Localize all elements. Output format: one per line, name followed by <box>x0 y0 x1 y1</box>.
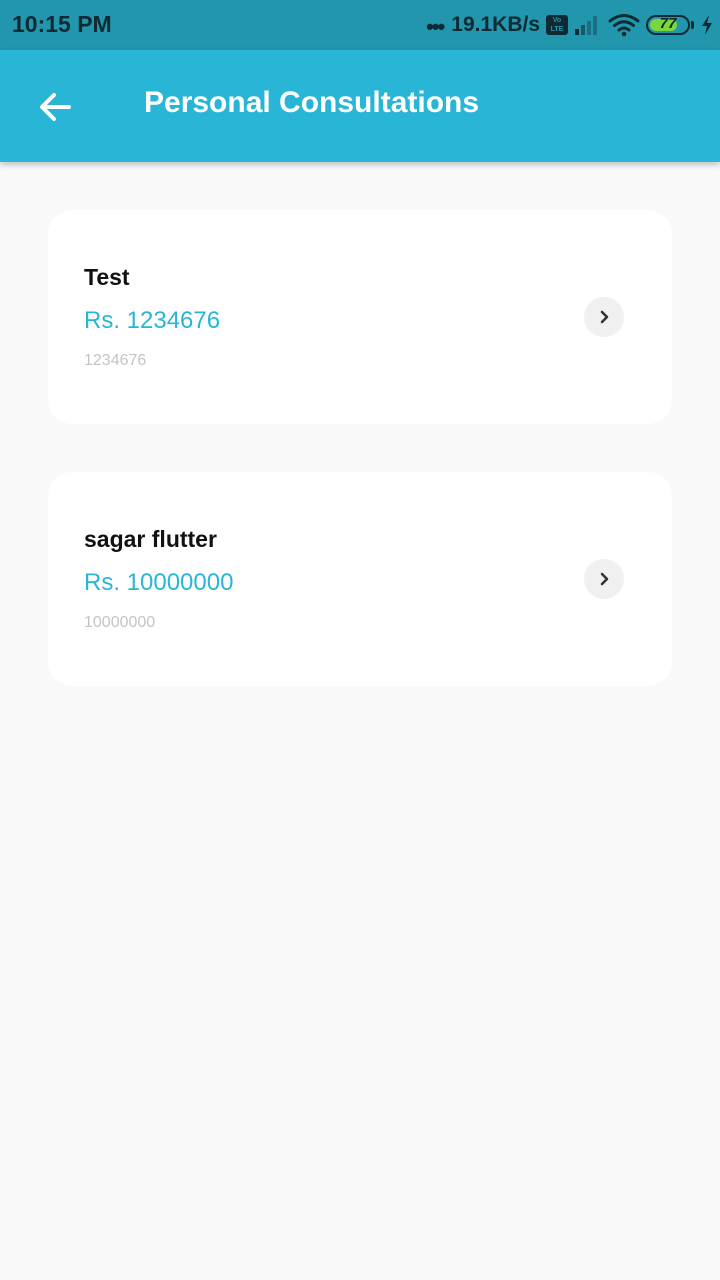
consultation-name: Test <box>84 264 130 290</box>
status-bar: 10:15 PM ••• 19.1KB/s Vo LTE 77 <box>0 0 720 50</box>
app-bar: Personal Consultations <box>0 50 720 162</box>
notification-dots: ••• <box>426 14 445 39</box>
battery-tip <box>691 21 694 29</box>
volte-label-bottom: LTE <box>550 26 564 33</box>
open-consultation-button[interactable] <box>584 297 624 337</box>
battery-icon: 77 <box>646 15 690 35</box>
open-consultation-button[interactable] <box>584 559 624 599</box>
status-time: 10:15 PM <box>12 11 112 37</box>
consultation-list: Test Rs. 1234676 1234676 sagar flutter R… <box>48 210 672 734</box>
charging-icon <box>702 15 712 35</box>
arrow-back-icon <box>40 93 71 121</box>
page-title: Personal Consultations <box>144 86 480 119</box>
battery-level: 77 <box>659 15 677 32</box>
network-speed: 19.1KB/s <box>451 13 540 36</box>
cell-signal-icon <box>575 16 597 35</box>
chevron-right-icon <box>600 310 609 324</box>
consultation-card[interactable]: sagar flutter Rs. 10000000 10000000 <box>48 472 672 686</box>
consultation-price: Rs. 1234676 <box>84 307 221 334</box>
consultation-card[interactable]: Test Rs. 1234676 1234676 <box>48 210 672 424</box>
status-icons: ••• 19.1KB/s Vo LTE 77 <box>426 10 714 40</box>
consultation-price: Rs. 10000000 <box>84 569 234 596</box>
consultation-name: sagar flutter <box>84 526 217 552</box>
back-button[interactable] <box>30 82 80 132</box>
consultation-detail: 10000000 <box>84 614 156 631</box>
chevron-right-icon <box>600 572 609 586</box>
volte-icon: Vo LTE <box>546 15 568 35</box>
consultation-detail: 1234676 <box>84 352 147 369</box>
wifi-icon <box>608 14 640 37</box>
volte-label-top: Vo <box>552 17 562 24</box>
